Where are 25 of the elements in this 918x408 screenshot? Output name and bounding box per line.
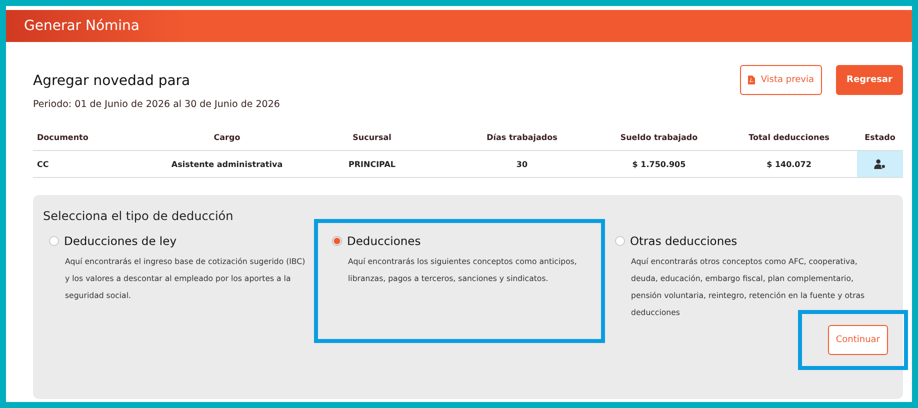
table-cell-text: $ 1.750.905	[631, 160, 687, 168]
option-label[interactable]: Deducciones de ley	[64, 234, 177, 248]
column-header: Sucursal	[352, 132, 392, 142]
table-cell-text: 30	[515, 160, 529, 168]
column-header: Cargo	[212, 132, 242, 142]
option-label[interactable]: Deducciones	[347, 234, 421, 248]
column-header: Días trabajados	[486, 132, 558, 142]
user-icon	[874, 159, 886, 169]
period-text: Periodo: 01 de Junio de 2026 al 30 de Junio de 2026	[33, 99, 280, 110]
page-heading: Agregar novedad para	[33, 73, 192, 89]
table-cell-text: $ 140.072	[766, 160, 812, 168]
option-label[interactable]: Otras deducciones	[630, 234, 738, 248]
panel-title: Selecciona el tipo de deducción	[43, 209, 234, 223]
column-header: Sueldo trabajado	[619, 132, 699, 142]
document-icon	[748, 75, 755, 85]
radio-button[interactable]	[49, 236, 59, 246]
column-header: Total deducciones	[748, 132, 830, 142]
radio-button[interactable]	[332, 236, 342, 246]
column-header: Documento	[36, 132, 90, 142]
radio-button[interactable]	[615, 236, 625, 246]
table-cell-text: PRINCIPAL	[348, 160, 396, 168]
header-title: Generar Nómina	[24, 18, 140, 34]
table-cell-text: CC	[36, 160, 50, 168]
column-header: Estado	[864, 132, 896, 142]
table-cell-text: Asistente administrativa	[170, 160, 284, 168]
